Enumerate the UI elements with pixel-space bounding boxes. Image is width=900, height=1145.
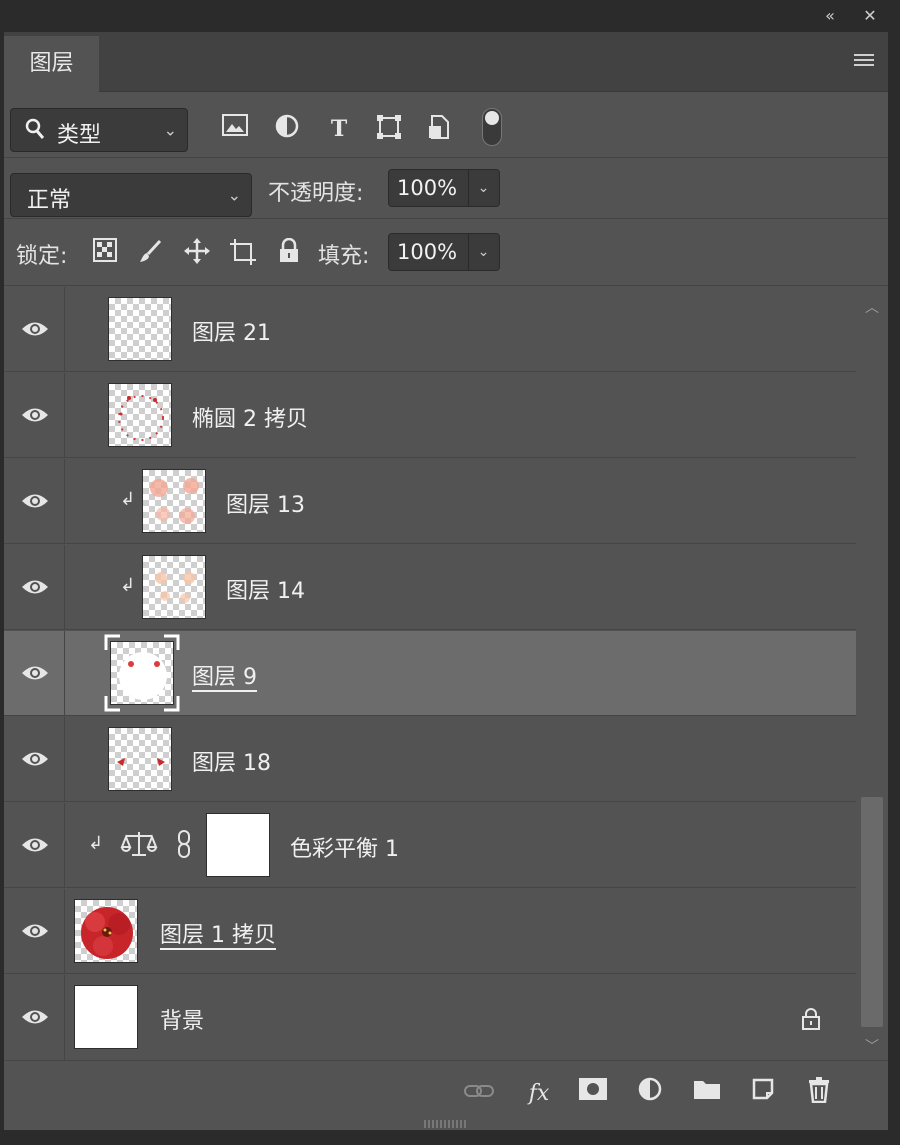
layer-name[interactable]: 背景 — [160, 1003, 204, 1035]
mask-icon[interactable] — [576, 1077, 610, 1111]
clipping-mask-icon: ↲ — [120, 575, 136, 596]
chevron-down-icon: ⌄ — [227, 185, 241, 205]
layer-row-selected[interactable]: 图层 9 — [4, 631, 856, 716]
clipping-mask-icon: ↲ — [88, 833, 104, 854]
layer-row[interactable]: 背景 — [4, 975, 856, 1060]
layer-thumbnail[interactable] — [74, 899, 138, 963]
filter-kind-value: 类型 — [57, 123, 102, 148]
layer-row[interactable]: 图层 18 — [4, 717, 856, 802]
layers-panel: 图层 类型 ⌄ T 正常 ⌄ 不透明度: 100% ⌄ 锁定: 填充: 100%… — [4, 32, 888, 1130]
fill-value[interactable]: 100% — [389, 234, 469, 270]
layer-name[interactable]: 图层 9 — [192, 659, 257, 691]
layer-name[interactable]: 图层 14 — [226, 573, 305, 605]
lock-label: 锁定: — [16, 244, 68, 269]
layer-thumbnail[interactable] — [108, 297, 172, 361]
chevron-down-icon[interactable]: ⌄ — [468, 170, 499, 206]
chevron-down-icon[interactable]: ⌄ — [468, 234, 499, 270]
layer-row[interactable]: ↲ 图层 14 — [4, 545, 856, 630]
eye-icon[interactable] — [21, 577, 49, 597]
layer-name[interactable]: 椭圆 2 拷贝 — [192, 401, 308, 433]
filter-row: 类型 ⌄ T — [4, 92, 888, 158]
lock-icon — [802, 1008, 820, 1030]
layer-row[interactable]: 图层 1 拷贝 — [4, 889, 856, 974]
layer-thumbnail[interactable] — [142, 469, 206, 533]
eye-icon[interactable] — [21, 835, 49, 855]
layer-name[interactable]: 图层 1 拷贝 — [160, 917, 276, 949]
close-icon[interactable]: ✕ — [860, 7, 880, 25]
panel-menu-icon[interactable] — [854, 54, 874, 68]
lock-paint-brush-icon[interactable] — [136, 238, 166, 268]
eye-icon[interactable] — [21, 663, 49, 683]
layer-name[interactable]: 图层 13 — [226, 487, 305, 519]
eye-icon[interactable] — [21, 921, 49, 941]
selection-frame — [104, 634, 180, 712]
opacity-value[interactable]: 100% — [389, 170, 469, 206]
eye-icon[interactable] — [21, 491, 49, 511]
filter-kind-select[interactable]: 类型 ⌄ — [10, 108, 188, 152]
adjustment-layer-icon[interactable] — [634, 1077, 668, 1111]
eye-icon[interactable] — [21, 405, 49, 425]
layer-thumbnail[interactable] — [142, 555, 206, 619]
chevron-down-icon: ⌄ — [163, 120, 177, 140]
panel-footer: fx — [4, 1060, 888, 1130]
layer-row[interactable]: 图层 21 — [4, 287, 856, 372]
layer-name[interactable]: 图层 18 — [192, 745, 271, 777]
layer-row[interactable]: ↲ 色彩平衡 1 — [4, 803, 856, 888]
lock-position-move-icon[interactable] — [182, 238, 212, 268]
trash-icon[interactable] — [802, 1077, 836, 1111]
chain-link-icon[interactable] — [176, 829, 192, 865]
blend-row: 正常 ⌄ 不透明度: 100% ⌄ — [4, 159, 888, 219]
smart-object-filter-icon[interactable] — [424, 114, 454, 144]
search-icon — [25, 118, 45, 145]
scrollbar[interactable]: ︿ ﹀ — [856, 287, 888, 1060]
panel-title-bar: « ✕ — [0, 0, 900, 32]
lock-transparency-icon[interactable] — [90, 238, 120, 268]
layer-mask-thumbnail[interactable] — [206, 813, 270, 877]
clipping-mask-icon: ↲ — [120, 489, 136, 510]
eye-icon[interactable] — [21, 749, 49, 769]
type-filter-icon[interactable]: T — [324, 114, 354, 144]
tab-bar: 图层 — [4, 32, 888, 92]
fill-label: 填充: — [318, 244, 370, 269]
shape-filter-icon[interactable] — [374, 114, 404, 144]
blend-mode-value: 正常 — [27, 188, 72, 213]
lock-all-icon[interactable] — [274, 237, 304, 268]
group-folder-icon[interactable] — [690, 1077, 724, 1111]
layer-name[interactable]: 图层 21 — [192, 315, 271, 347]
layer-name[interactable]: 色彩平衡 1 — [290, 831, 399, 863]
opacity-label: 不透明度: — [268, 181, 364, 206]
blend-mode-select[interactable]: 正常 ⌄ — [10, 173, 252, 217]
fill-field[interactable]: 100% ⌄ — [388, 233, 500, 271]
fx-icon[interactable]: fx — [522, 1077, 556, 1111]
resize-grip[interactable] — [424, 1120, 468, 1128]
eye-icon[interactable] — [21, 319, 49, 339]
layer-row[interactable]: 椭圆 2 拷贝 — [4, 373, 856, 458]
layers-list: 图层 21 椭圆 2 拷贝 ↲ 图层 13 ↲ 图层 14 图层 9 图层 18… — [4, 287, 856, 1060]
scroll-down-icon[interactable]: ﹀ — [864, 1036, 880, 1055]
filter-toggle[interactable] — [482, 108, 502, 146]
opacity-field[interactable]: 100% ⌄ — [388, 169, 500, 207]
lock-row: 锁定: 填充: 100% ⌄ — [4, 220, 888, 286]
color-balance-icon[interactable] — [120, 829, 158, 865]
eye-icon[interactable] — [21, 1007, 49, 1027]
tab-layers[interactable]: 图层 — [4, 36, 99, 92]
layer-thumbnail[interactable] — [74, 985, 138, 1049]
link-icon[interactable] — [462, 1077, 496, 1111]
adjustment-filter-icon[interactable] — [272, 114, 302, 144]
image-filter-icon[interactable] — [220, 114, 250, 144]
lock-artboard-icon[interactable] — [228, 238, 258, 268]
layer-thumbnail[interactable] — [108, 727, 172, 791]
layer-thumbnail[interactable] — [108, 383, 172, 447]
double-chevron-left-icon[interactable]: « — [820, 7, 840, 25]
layer-row[interactable]: ↲ 图层 13 — [4, 459, 856, 544]
scrollbar-thumb[interactable] — [861, 797, 883, 1027]
new-layer-icon[interactable] — [746, 1077, 780, 1111]
scroll-up-icon[interactable]: ︿ — [864, 297, 880, 316]
